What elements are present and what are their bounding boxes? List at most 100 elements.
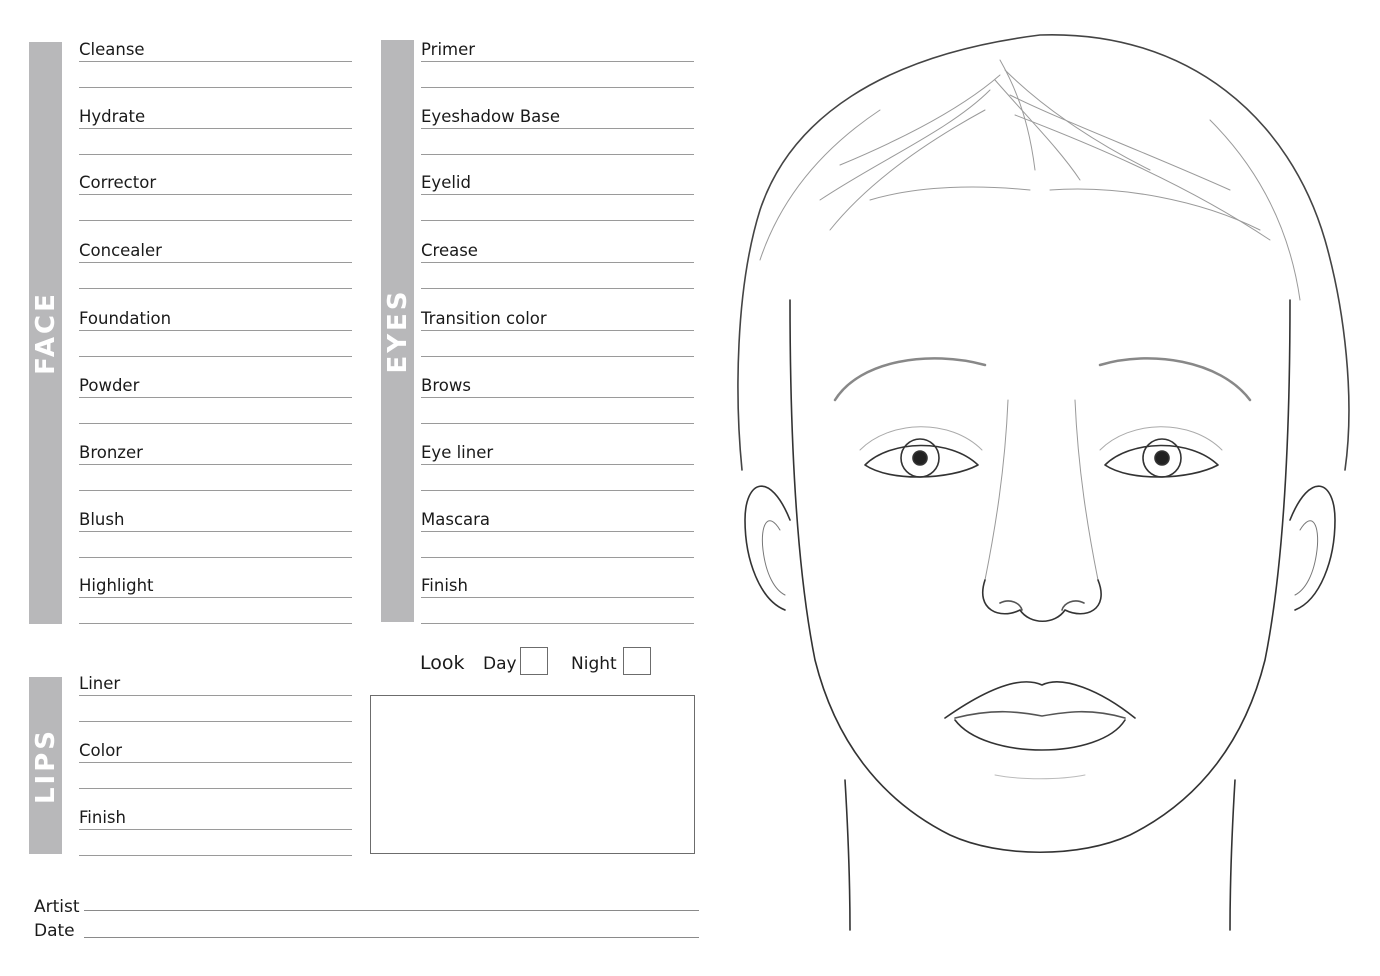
field-label: Crease [421, 241, 478, 260]
field-rule [421, 397, 694, 398]
face-field-hydrate[interactable]: Hydrate [79, 107, 352, 163]
field-rule [421, 330, 694, 331]
night-checkbox[interactable] [623, 647, 651, 675]
field-rule [79, 330, 352, 331]
field-rule [421, 356, 694, 357]
field-rule [79, 531, 352, 532]
lips-field-color[interactable]: Color [79, 741, 352, 797]
eyes-field-brows[interactable]: Brows [421, 376, 694, 432]
field-rule [79, 288, 352, 289]
left-ear-inner [761, 520, 786, 596]
field-rule [421, 623, 694, 624]
field-label: Concealer [79, 241, 162, 260]
lips-section-title: LIPS [30, 727, 61, 804]
eyes-section-bar: EYES [381, 40, 414, 622]
right-brow [1098, 357, 1252, 402]
field-rule [421, 262, 694, 263]
eyes-section-title: EYES [382, 288, 413, 374]
face-contour [789, 299, 1291, 854]
field-rule [421, 597, 694, 598]
eyes-field-eyelid[interactable]: Eyelid [421, 173, 694, 229]
day-checkbox[interactable] [520, 647, 548, 675]
eyes-field-finish[interactable]: Finish [421, 576, 694, 632]
field-rule [79, 128, 352, 129]
upper-lip [944, 681, 1136, 719]
field-label: Powder [79, 376, 140, 395]
eyes-field-eye-liner[interactable]: Eye liner [421, 443, 694, 499]
field-rule [421, 194, 694, 195]
field-label: Eyeshadow Base [421, 107, 560, 126]
eyes-field-primer[interactable]: Primer [421, 40, 694, 96]
left-pupil [912, 450, 928, 466]
field-rule [79, 597, 352, 598]
hair-outline [737, 34, 1350, 471]
face-field-concealer[interactable]: Concealer [79, 241, 352, 297]
field-rule [79, 855, 352, 856]
field-label: Bronzer [79, 443, 143, 462]
field-rule [421, 154, 694, 155]
look-notes-box[interactable] [370, 695, 695, 854]
face-field-highlight[interactable]: Highlight [79, 576, 352, 632]
nostril-left [999, 600, 1023, 611]
lips-field-liner[interactable]: Liner [79, 674, 352, 730]
field-rule [79, 61, 352, 62]
field-label: Foundation [79, 309, 172, 328]
neck-right [1229, 779, 1236, 931]
field-rule [421, 288, 694, 289]
neck-left [844, 779, 851, 931]
field-rule [79, 490, 352, 491]
nostril-right [1061, 600, 1085, 611]
field-rule [79, 623, 352, 624]
field-label: Hydrate [79, 107, 146, 126]
eyes-field-transition-color[interactable]: Transition color [421, 309, 694, 365]
field-rule [421, 220, 694, 221]
eyes-field-eyeshadow-base[interactable]: Eyeshadow Base [421, 107, 694, 163]
face-field-bronzer[interactable]: Bronzer [79, 443, 352, 499]
face-field-blush[interactable]: Blush [79, 510, 352, 566]
face-field-cleanse[interactable]: Cleanse [79, 40, 352, 96]
field-rule [421, 557, 694, 558]
nose-bridge-left [984, 399, 1009, 581]
nose-base [982, 579, 1102, 623]
field-label: Finish [79, 808, 126, 827]
field-rule [79, 220, 352, 221]
artist-label: Artist [34, 897, 80, 917]
face-section-bar: FACE [29, 42, 62, 624]
field-rule [421, 464, 694, 465]
field-label: Brows [421, 376, 471, 395]
field-rule [421, 128, 694, 129]
field-rule [421, 531, 694, 532]
field-rule [421, 87, 694, 88]
field-rule [79, 695, 352, 696]
eyes-field-crease[interactable]: Crease [421, 241, 694, 297]
artist-line[interactable] [84, 910, 699, 911]
look-label: Look [420, 652, 465, 674]
chin-hint [994, 774, 1086, 780]
field-label: Primer [421, 40, 476, 59]
field-rule [79, 154, 352, 155]
field-rule [79, 397, 352, 398]
field-label: Corrector [79, 173, 157, 192]
field-label: Highlight [79, 576, 154, 595]
field-label: Mascara [421, 510, 491, 529]
lip-line [954, 710, 1126, 719]
field-rule [79, 557, 352, 558]
field-rule [79, 788, 352, 789]
field-label: Cleanse [79, 40, 145, 59]
eyes-field-mascara[interactable]: Mascara [421, 510, 694, 566]
face-field-powder[interactable]: Powder [79, 376, 352, 432]
face-field-corrector[interactable]: Corrector [79, 173, 352, 229]
date-line[interactable] [84, 937, 699, 938]
hair-strands [759, 59, 1301, 301]
right-pupil [1154, 450, 1170, 466]
face-field-foundation[interactable]: Foundation [79, 309, 352, 365]
night-label: Night [571, 654, 617, 674]
field-rule [79, 194, 352, 195]
field-label: Blush [79, 510, 125, 529]
right-ear-inner [1294, 520, 1319, 596]
left-ear [744, 485, 791, 611]
lips-field-finish[interactable]: Finish [79, 808, 352, 864]
field-rule [79, 356, 352, 357]
field-rule [79, 87, 352, 88]
field-label: Color [79, 741, 123, 760]
